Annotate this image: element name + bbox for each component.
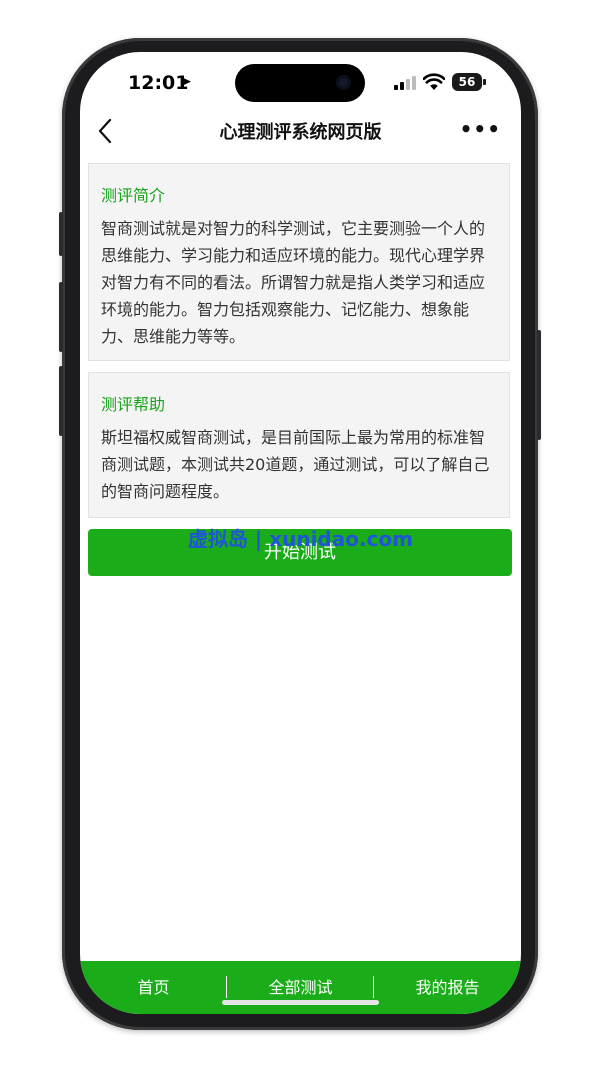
more-menu-icon[interactable]: ••• bbox=[460, 117, 501, 141]
signal-icon bbox=[394, 76, 418, 90]
silent-switch bbox=[59, 212, 63, 256]
location-arrow-icon: ➤ bbox=[180, 74, 192, 90]
intro-title: 测评简介 bbox=[101, 186, 166, 205]
help-title: 测评帮助 bbox=[101, 395, 166, 414]
page-title: 心理测评系统网页版 bbox=[219, 122, 382, 143]
power-button bbox=[537, 330, 541, 440]
front-camera-icon bbox=[336, 75, 351, 90]
dynamic-island bbox=[235, 64, 365, 102]
tab-my-reports[interactable]: 我的报告 bbox=[374, 961, 521, 1014]
help-card: 测评帮助 斯坦福权威智商测试，是目前国际上最为常用的标准智商测试题，本测试共20… bbox=[88, 372, 510, 518]
intro-card: 测评简介 智商测试就是对智力的科学测试，它主要测验一个人的思维能力、学习能力和适… bbox=[88, 163, 510, 361]
wifi-icon bbox=[423, 73, 445, 90]
volume-down-button bbox=[59, 366, 63, 436]
intro-body: 智商测试就是对智力的科学测试，它主要测验一个人的思维能力、学习能力和适应环境的能… bbox=[101, 219, 486, 346]
battery-icon: 56 bbox=[452, 73, 482, 91]
tab-bar: 首页 全部测试 我的报告 bbox=[80, 961, 521, 1014]
home-indicator bbox=[222, 1000, 379, 1005]
screen: 12:01 ➤ 56 心理测评系统网页版 ••• 测评简介 智商测试就是对智力的… bbox=[80, 52, 521, 1014]
nav-bar: 心理测评系统网页版 ••• bbox=[80, 112, 521, 152]
watermark: 虚拟岛 | xunidao.com bbox=[187, 527, 414, 551]
status-bar: 12:01 ➤ 56 bbox=[80, 52, 521, 112]
volume-up-button bbox=[59, 282, 63, 352]
tab-all-tests[interactable]: 全部测试 bbox=[227, 961, 374, 1014]
battery-cap bbox=[483, 79, 486, 85]
tab-home[interactable]: 首页 bbox=[80, 961, 227, 1014]
help-body: 斯坦福权威智商测试，是目前国际上最为常用的标准智商测试题，本测试共20道题，通过… bbox=[101, 428, 490, 501]
